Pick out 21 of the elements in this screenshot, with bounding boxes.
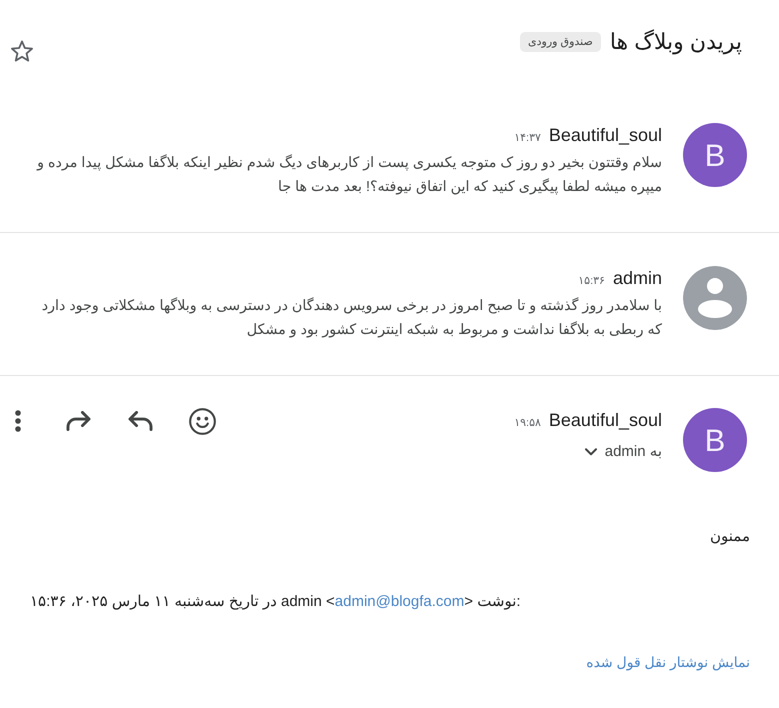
chevron-down-icon [584,448,597,456]
sender-name: Beautiful_soul [548,409,662,432]
sender-name: Beautiful_soul [548,124,662,147]
letter-avatar: B [683,408,747,472]
email-link[interactable]: admin@blogfa.com [334,593,464,610]
inbox-label: صندوق ورودی [520,32,601,52]
message-body: ممنون [709,527,750,547]
show-quoted-link[interactable]: نمایش نوشتار نقل قول شده [586,654,750,670]
reply-icon [128,411,152,431]
recipients-toggle[interactable]: به admin [584,440,662,464]
smiley-icon [188,408,216,434]
more-vertical-icon [15,410,21,432]
thread-subject: پریدن وبلاگ ها [610,28,742,56]
letter-avatar: B [683,123,747,187]
message-time: ۱۹:۵۸ [514,416,541,431]
message-snippet: با سلامدر روز گذشته و تا صبح امروز در برخی سرویس دهندگان در دسترسی به وبلاگها مشکلاتی وجود دارد که ربطی به بلاگفا نداشت و مربوط به شبکه اینترنت کشور بود و مشکل [40,296,662,340]
message-time: ۱۵:۳۶ [578,274,605,289]
message-snippet: سلام وقتتون بخیر دو روز ک متوجه یکسری پست از کاربرهای دیگ شدم نظیر اینکه بلاگفا مشکل پیدا مرده و میپره میشه لطفا پیگیری کنید که این اتفاق نیوفته؟! بعد مدت ها جا [36,153,662,197]
message-time: ۱۴:۳۷ [514,131,541,146]
sender-name: admin [612,267,662,290]
forward-icon [66,411,90,431]
